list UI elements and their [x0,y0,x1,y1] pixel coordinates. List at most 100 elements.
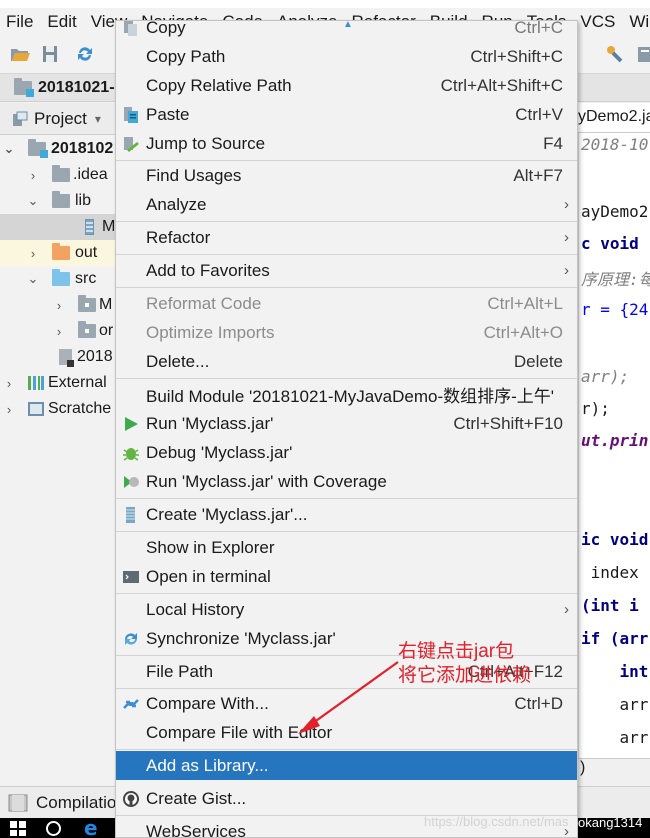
save-icon[interactable] [40,45,60,63]
tree-item-iml-file[interactable]: 2018 [0,344,120,370]
code-line: (int i [581,596,639,615]
menu-item-copy[interactable]: Copy Ctrl+C [116,21,577,42]
code-text: r = {24 [581,300,649,319]
open-folder-icon[interactable] [10,45,30,63]
jar-icon [126,506,135,523]
annotation-line-2: 将它添加进依赖 [398,665,532,686]
menu-window[interactable]: Wi [622,12,650,32]
folder-icon [52,165,70,182]
tree-item-idea[interactable]: › .idea [0,162,120,188]
tree-item-package[interactable]: › or [0,318,120,344]
submenu-arrow-icon: › [564,229,569,246]
menu-item-build-module[interactable]: Build Module '20181021-MyJavaDemo-数组排序-上… [116,380,577,409]
menu-item-show-in-explorer[interactable]: Show in Explorer [116,533,577,562]
annotation-text: 右键点击jar包 将它添加进依赖 [398,640,531,688]
tree-item-label: out [75,244,98,261]
menu-item-open-in-terminal[interactable]: Open in terminal [116,562,577,591]
project-tool-header[interactable]: Project ▾ [0,103,120,135]
compare-icon [123,698,139,709]
cortana-icon[interactable] [46,821,61,836]
menu-item-add-as-library[interactable]: Add as Library... [116,751,577,780]
tree-item-label: src [75,270,97,287]
code-line: int [581,662,649,681]
tree-item-label: M [99,296,113,313]
menu-separator [116,254,577,255]
expand-arrow-icon[interactable]: ⌄ [26,193,40,209]
expand-arrow-icon[interactable]: ⌄ [2,141,16,157]
iml-file-icon [59,349,74,367]
sdk-icon[interactable] [636,45,650,63]
project-structure-icon[interactable] [605,45,625,63]
jump-to-source-icon [124,136,139,152]
tree-item-package[interactable]: › M [0,292,120,318]
menu-separator [116,221,577,222]
tree-item-jar[interactable]: M [0,214,120,240]
submenu-arrow-icon: › [564,262,569,279]
expand-arrow-icon[interactable]: › [52,324,66,339]
editor-breadcrumb: ) [578,758,650,786]
dropdown-icon[interactable]: ▾ [95,112,101,126]
expand-arrow-icon[interactable]: › [2,402,16,417]
code-line: ut.prin [581,431,649,450]
menu-item-find-usages[interactable]: Find Usages Alt+F7 [116,161,577,190]
menu-item-create-jar[interactable]: Create 'Myclass.jar'... [116,500,577,529]
tree-item-lib[interactable]: ⌄ lib [0,188,120,214]
compilation-tab[interactable]: Compilatio [36,793,116,813]
jar-file-icon [85,219,94,235]
breadcrumb-project[interactable]: 20181021- [38,79,115,97]
expand-arrow-icon[interactable]: › [26,246,40,261]
menu-item-debug[interactable]: Debug 'Myclass.jar' [116,438,577,467]
package-icon [78,321,96,338]
menu-item-analyze[interactable]: Analyze › [116,190,577,219]
expand-arrow-icon[interactable]: › [2,376,16,391]
submenu-arrow-icon: › [564,196,569,213]
edge-browser-icon[interactable]: e [84,816,98,838]
compilation-panel-icon [8,794,28,811]
libraries-icon [28,376,44,390]
github-icon [123,790,139,807]
menu-item-local-history[interactable]: Local History › [116,595,577,624]
terminal-icon [123,570,139,583]
menu-item-run[interactable]: Run 'Myclass.jar' Ctrl+Shift+F10 [116,409,577,438]
menu-file[interactable]: File [0,12,40,32]
expand-arrow-icon[interactable]: ⌄ [26,271,40,287]
editor-tab[interactable]: yDemo2.ja [578,103,650,133]
code-line: if (arr [581,629,649,648]
menu-separator [116,749,577,750]
menu-item-optimize-imports: Optimize Imports Ctrl+Alt+O [146,322,563,342]
menu-edit[interactable]: Edit [40,12,83,32]
expand-arrow-icon[interactable]: › [26,168,40,183]
tree-item-label: lib [75,192,92,209]
code-line: index [581,563,639,582]
sync-icon[interactable] [75,45,95,63]
coverage-icon [124,475,139,488]
code-editor[interactable]: 2018-10 ayDemo2 c void 序原理:每 r = {24 arr… [578,133,650,758]
tree-item-scratches[interactable]: › Scratche [0,396,120,422]
menu-item-run-with-coverage[interactable]: Run 'Myclass.jar' with Coverage [116,467,577,496]
tree-item-out[interactable]: › out [0,240,120,266]
menu-item-copy-relative-path[interactable]: Copy Relative Path Ctrl+Alt+Shift+C [116,71,577,100]
menu-item-refactor[interactable]: Refactor › [116,223,577,252]
project-label: Project [34,108,87,128]
menu-vcs[interactable]: VCS [573,12,622,32]
annotation-line-1: 右键点击jar包 [398,641,515,662]
tree-item-module[interactable]: ⌄ 2018102 [0,136,120,162]
tree-item-src[interactable]: ⌄ src [0,266,120,292]
menu-item-add-to-favorites[interactable]: Add to Favorites › [116,256,577,285]
ide-window: File Edit View Navigate Code Analyze Ref… [0,0,650,838]
module-folder-icon [28,139,48,158]
menu-item-jump-to-source[interactable]: Jump to Source F4 [116,129,577,158]
menu-separator [116,378,577,379]
watermark: https://blog.csdn.net/mas [424,814,569,829]
menu-item-delete[interactable]: Delete... Delete [116,347,577,376]
code-line: ic void [581,530,649,549]
expand-arrow-icon[interactable]: › [52,298,66,313]
code-line: c void [581,234,639,253]
menu-item-copy-path[interactable]: Copy Path Ctrl+Shift+C [116,42,577,71]
menu-item-create-gist[interactable]: Create Gist... [116,784,577,813]
tree-item-external-libraries[interactable]: › External [0,370,120,396]
menu-item-paste[interactable]: Paste Ctrl+V [116,100,577,129]
tree-item-label: 2018102 [51,140,114,157]
windows-start-icon[interactable] [10,821,26,836]
menu-separator [116,531,577,532]
